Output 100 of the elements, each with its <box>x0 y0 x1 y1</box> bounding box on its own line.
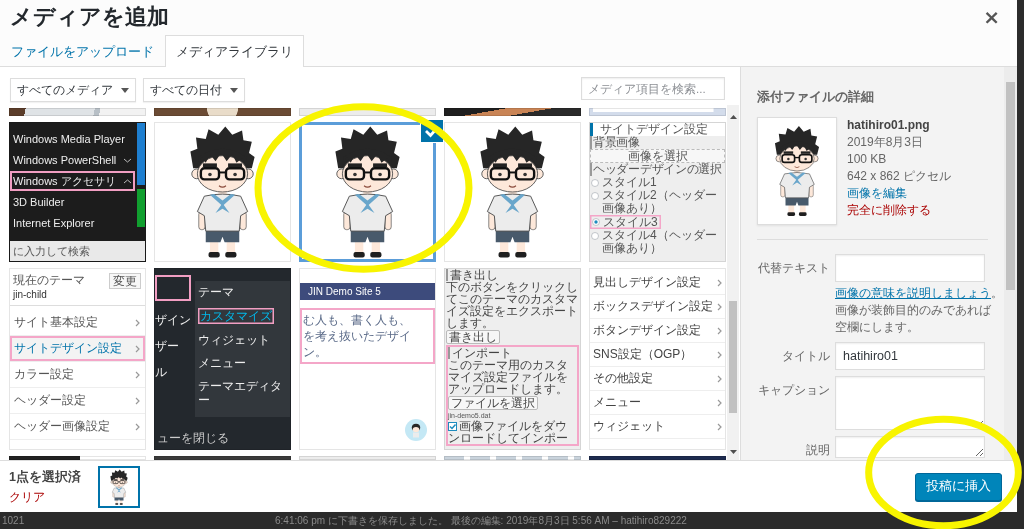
close-button[interactable]: × <box>983 7 1000 27</box>
search-field[interactable]: メディア項目を検索... <box>581 77 725 100</box>
media-thumbnail[interactable]: JIN Demo Site 5 む人も、書く人も、 を考え抜いたデザイン。 <box>299 268 436 450</box>
photo-placeholder[interactable] <box>9 108 146 116</box>
menu-item: ボックスデザイン設定 <box>590 295 725 319</box>
menu-item: 3D Builder <box>12 195 66 210</box>
menu-item: テーマ <box>198 285 234 299</box>
image-placeholder[interactable] <box>9 456 146 460</box>
insert-button[interactable]: 投稿に挿入 <box>915 472 1002 501</box>
selection-count: 1点を選択済 <box>9 469 81 485</box>
media-thumbnail[interactable]: ザイン ザー ル テーマ カスタマイズ ウィジェット メニュー テーマエディター ューを閉じる <box>154 268 291 450</box>
field-label: キャプション <box>757 382 830 398</box>
chevron-right-icon <box>717 302 722 311</box>
image-dimensions: 642 x 862 ピクセル <box>847 168 952 185</box>
tab[interactable]: メディアライブラリ <box>165 35 304 67</box>
media-thumbnail[interactable] <box>299 122 436 262</box>
section-heading: 書き出し <box>446 269 579 281</box>
chevron-right-icon <box>135 318 140 327</box>
boy-drawing <box>110 468 128 505</box>
radio-option: スタイル3 <box>590 215 661 229</box>
edit-image-link[interactable]: 画像を編集 <box>847 185 907 202</box>
chevron-right-icon <box>717 326 722 335</box>
chevron-right-icon <box>717 422 722 431</box>
menu-item: ザー <box>155 339 180 353</box>
text-field[interactable]: hatihiro01 <box>835 342 985 370</box>
theme-name: jin-child <box>13 289 48 301</box>
field-label: タイトル <box>781 348 830 364</box>
menu-item: 見出しデザイン設定 <box>590 271 725 295</box>
export-button: 書き出し <box>446 330 500 344</box>
chevron-right-icon <box>135 396 140 405</box>
filter-dropdown[interactable]: すべての日付 <box>143 78 245 102</box>
media-thumbnail[interactable]: 現在のテーマ 変更 jin-child サイト基本設定 サイトデザイン設定 カラー設定 ヘッダー設定 ヘッダー画像設定 <box>9 268 146 450</box>
radio-option: スタイル4（ヘッダー画像あり） <box>590 229 725 255</box>
menu-item: ザイン <box>155 313 192 327</box>
menu-item: ューを閉じる <box>156 431 230 447</box>
media-thumbnail[interactable] <box>154 122 291 262</box>
menu-item: Internet Explorer <box>12 216 96 231</box>
menu-item: ヘッダー画像設定 <box>10 414 145 440</box>
chevron-right-icon <box>717 398 722 407</box>
textarea-field[interactable] <box>835 376 985 430</box>
word-count: 1021 <box>1 514 26 527</box>
media-thumbnail[interactable]: Windows Media Player Windows PowerShell Windows アクセサリ 3D Builder Internet Explorer に入力して検索 <box>9 122 146 262</box>
upload-date: 2019年8月3日 <box>847 134 924 151</box>
radio-option: スタイル1 <box>590 176 725 189</box>
menu-item: SNS設定（OGP） <box>590 343 725 367</box>
scroll-down-icon[interactable] <box>729 450 737 454</box>
description-text: このテーマ用のカスタマイズ設定ファイルをアップロードします。 <box>448 359 569 395</box>
filter-dropdown[interactable]: すべてのメディア <box>10 78 136 102</box>
field-label: 代替テキスト <box>757 260 830 276</box>
panel-title: サイトデザイン設定 <box>590 123 725 136</box>
chevron-right-icon <box>717 374 722 383</box>
scroll-up-icon[interactable] <box>729 115 737 119</box>
checkbox-label: 画像ファイルをダウンロードしてインポー <box>448 419 568 445</box>
menu-item: Windows PowerShell <box>10 150 135 170</box>
chevron-right-icon <box>135 344 140 353</box>
search-hint: に入力して検索 <box>10 241 145 261</box>
menu-item: メニュー <box>198 356 246 370</box>
menu-item: サイトデザイン設定 <box>10 336 145 362</box>
section-heading: インポート <box>448 347 577 359</box>
save-status: 6:41:06 pm に下書きを保存しました。 最後の編集: 2019年8月3日 5:56 AM – hatihiro829222 <box>275 514 687 527</box>
file-name: hatihiro01.png <box>847 117 930 134</box>
delete-link[interactable]: 完全に削除する <box>847 202 931 219</box>
app-tile <box>137 123 145 185</box>
menu-item: Windows Media Player <box>12 132 126 147</box>
details-heading: 添付ファイルの詳細 <box>757 89 875 105</box>
scrollbar-thumb[interactable] <box>729 301 737 413</box>
modal-title: メディアを追加 <box>10 3 169 31</box>
menu-item: Windows アクセサリ <box>10 171 135 191</box>
select-image-button: 画像を選択 <box>590 149 725 163</box>
menu-item: ル <box>155 365 168 379</box>
clear-link[interactable]: クリア <box>9 489 45 504</box>
chevron-right-icon <box>717 350 722 359</box>
menu-item: メニュー <box>590 391 725 415</box>
tab[interactable]: ファイルをアップロード <box>0 35 165 67</box>
menu-item: ヘッダー設定 <box>10 388 145 414</box>
caret-icon <box>230 87 238 93</box>
media-thumbnail[interactable]: サイトデザイン設定 背景画像 画像を選択 ヘッダーデザインの選択 スタイル1 スタイル2（ヘッダー画像あり） スタイル3 スタイル4（ヘッダー画像あり） <box>589 122 726 262</box>
menu-item: その他設定 <box>590 367 725 391</box>
photo-placeholder[interactable] <box>154 108 291 116</box>
file-size: 100 KB <box>847 151 887 168</box>
radio-option: スタイル2（ヘッダー画像あり） <box>590 189 725 215</box>
menu-item: ボタンデザイン設定 <box>590 319 725 343</box>
description-text: 下のボタンをクリックしてこのテーマのカスタマイズ設定をエクスポートします。 <box>446 281 579 329</box>
chevron-right-icon <box>135 370 140 379</box>
menu-item: ウィジェット <box>198 333 270 347</box>
photo-placeholder[interactable] <box>444 108 581 116</box>
scrollbar-thumb[interactable] <box>1006 82 1015 290</box>
selected-thumbnail[interactable] <box>98 465 140 508</box>
help-link[interactable]: 画像の意味を説明しましょう <box>835 287 991 299</box>
textarea-field[interactable] <box>835 436 985 458</box>
change-button: 変更 <box>109 273 141 289</box>
media-thumbnail[interactable] <box>444 122 581 262</box>
menu-item: テーマエディター <box>198 379 283 407</box>
headline-text: む人も、書く人も、 <box>303 312 412 328</box>
field-label: 説明 <box>805 442 830 458</box>
menu-item: カスタマイズ <box>198 308 274 324</box>
help-text: 画像の意味を説明しましょう。画像が装飾目的のみであれば空欄にします。 <box>835 286 1001 335</box>
avatar-icon <box>405 419 427 441</box>
media-thumbnail[interactable]: 見出しデザイン設定 ボックスデザイン設定 ボタンデザイン設定 SNS設定（OGP） その他設定 メニュー ウィジェット <box>589 268 726 450</box>
text-field[interactable] <box>835 254 985 282</box>
